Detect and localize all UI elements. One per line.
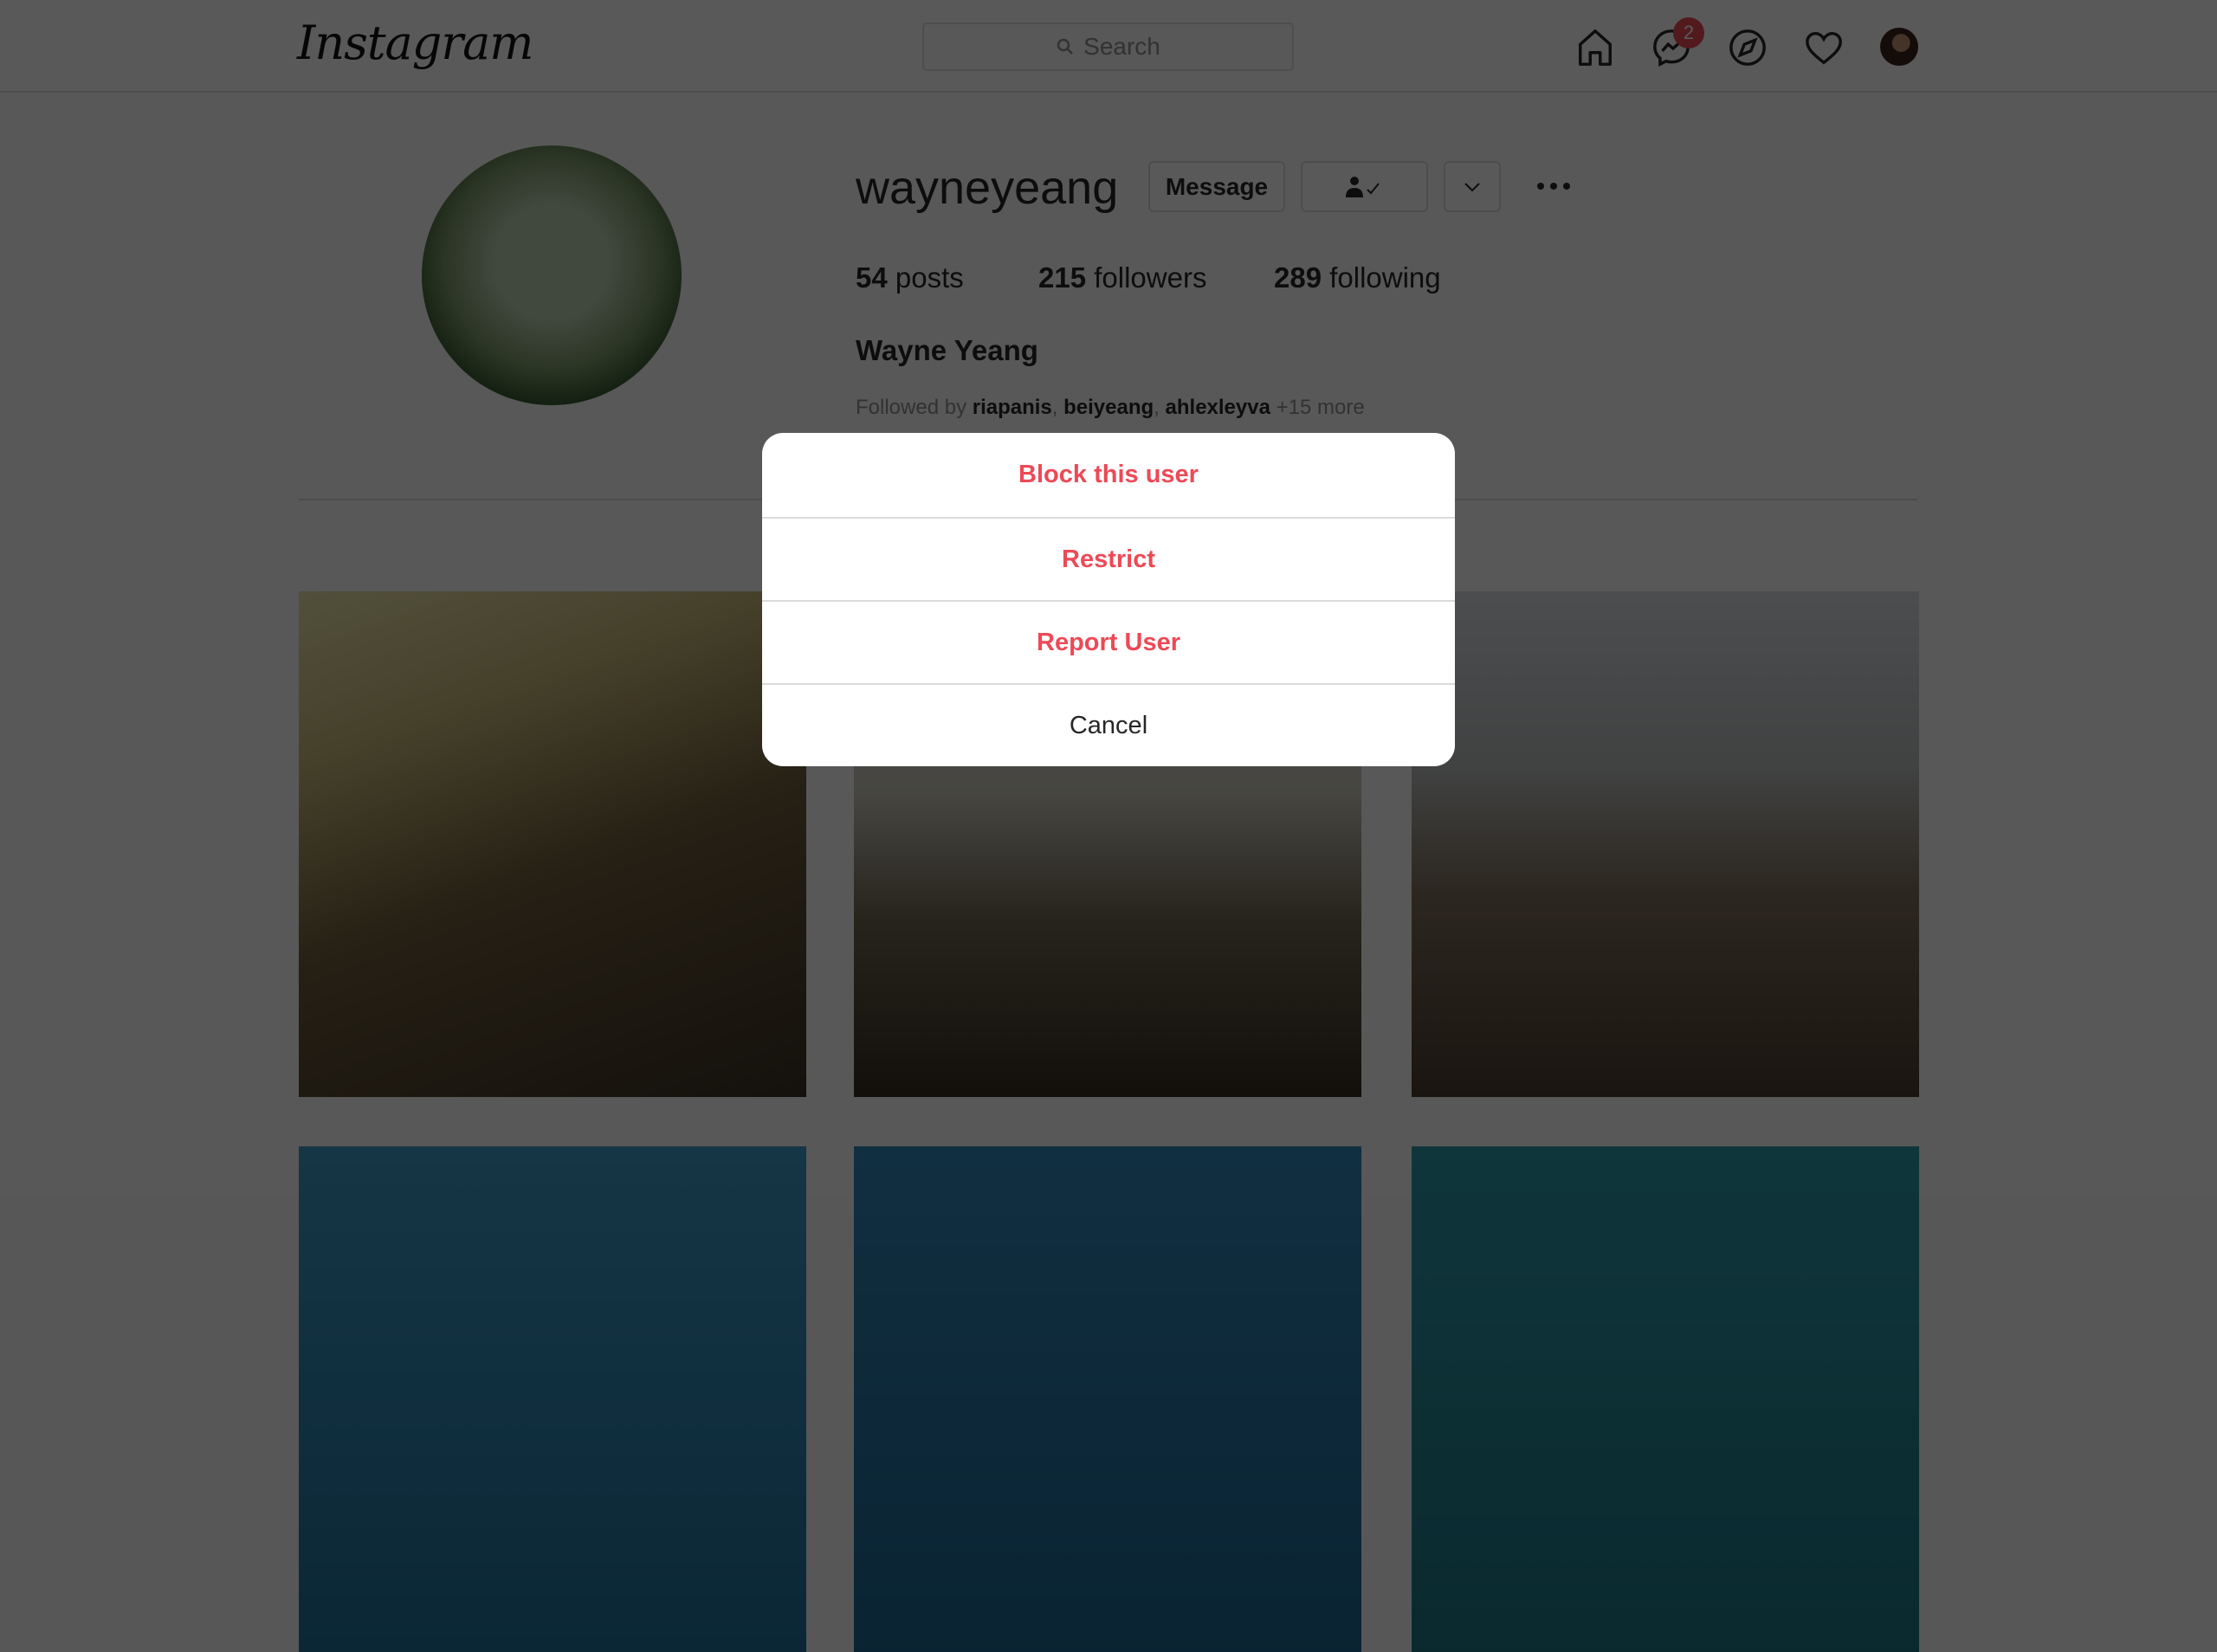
followed-by[interactable]: Followed by riapanis, beiyeang, ahlexley…	[856, 396, 1365, 420]
posts-count: 54 posts	[856, 261, 964, 294]
profile-avatar[interactable]	[1880, 28, 1918, 66]
restrict-button[interactable]: Restrict	[762, 517, 1455, 600]
suggestions-dropdown-button[interactable]	[1444, 161, 1501, 212]
chevron-down-icon	[1464, 182, 1480, 191]
report-user-button[interactable]: Report User	[762, 600, 1455, 683]
heart-icon[interactable]	[1804, 28, 1844, 68]
search-icon	[1057, 38, 1074, 55]
more-options-icon[interactable]	[1535, 177, 1572, 195]
full-name: Wayne Yeang	[856, 334, 1038, 366]
followers-link[interactable]: 215 followers	[1038, 261, 1206, 294]
user-options-dialog: Block this user Restrict Report User Can…	[762, 433, 1455, 766]
messages-badge: 2	[1673, 17, 1704, 48]
post-thumbnail[interactable]	[299, 1146, 806, 1652]
top-nav: Instagram Search 2	[0, 0, 2217, 93]
search-input[interactable]: Search	[922, 23, 1294, 71]
following-button[interactable]	[1301, 161, 1428, 212]
search-placeholder: Search	[1083, 33, 1160, 60]
explore-icon[interactable]	[1728, 28, 1768, 68]
username: wayneyeang	[856, 162, 1119, 214]
block-user-button[interactable]: Block this user	[762, 433, 1455, 517]
instagram-logo[interactable]: Instagram	[297, 16, 533, 70]
post-thumbnail[interactable]	[1412, 591, 1919, 1097]
home-icon[interactable]	[1575, 28, 1615, 68]
user-check-icon	[1345, 176, 1380, 197]
profile-picture[interactable]	[422, 145, 682, 405]
message-button[interactable]: Message	[1148, 161, 1285, 212]
following-link[interactable]: 289 following	[1274, 261, 1441, 294]
post-thumbnail[interactable]	[1412, 1146, 1919, 1652]
post-thumbnail[interactable]	[299, 591, 806, 1097]
cancel-button[interactable]: Cancel	[762, 683, 1455, 766]
post-thumbnail[interactable]	[854, 1146, 1361, 1652]
